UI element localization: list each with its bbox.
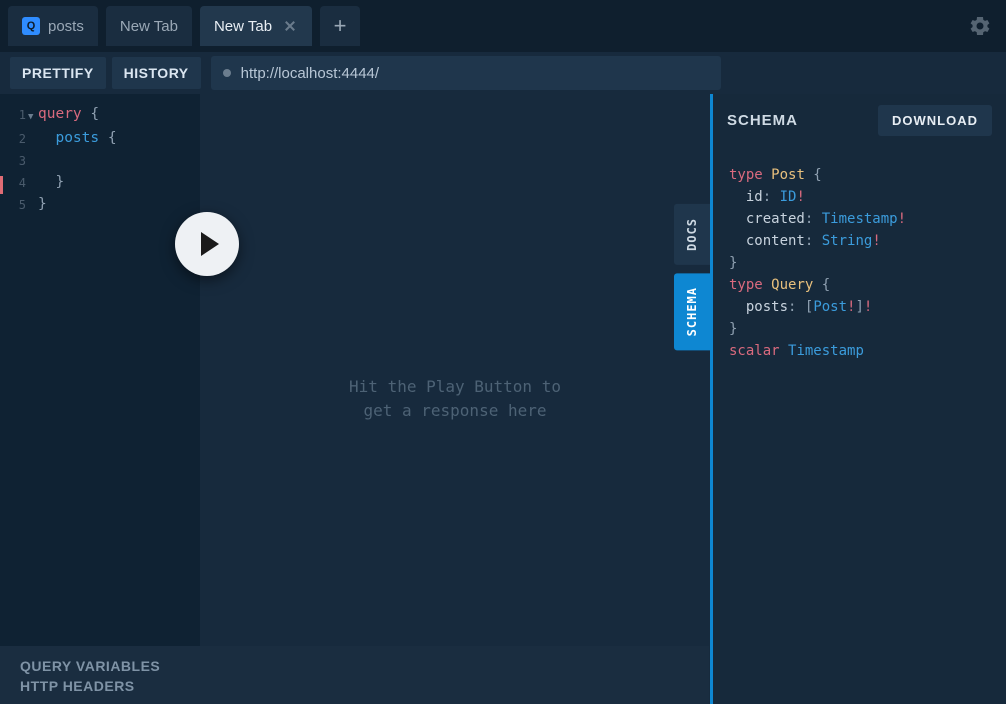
status-dot-icon (223, 69, 231, 77)
tab-newtab-2[interactable]: New Tab (200, 6, 312, 46)
main-area: 1▼query {2 posts {34 }5} Hit the Play Bu… (0, 94, 1006, 704)
error-gutter-marker (0, 176, 3, 194)
schema-header: SCHEMA DOWNLOAD (713, 94, 1006, 146)
schema-tab[interactable]: SCHEMA (674, 273, 710, 350)
docs-tab[interactable]: DOCS (674, 204, 710, 265)
query-editor[interactable]: 1▼query {2 posts {34 }5} (0, 94, 200, 704)
http-headers-tab[interactable]: HTTP HEADERS (20, 678, 689, 694)
bottom-drawer[interactable]: QUERY VARIABLES HTTP HEADERS (0, 646, 709, 704)
history-button[interactable]: HISTORY (112, 57, 201, 89)
prettify-button[interactable]: PRETTIFY (10, 57, 106, 89)
tab-label: posts (48, 18, 84, 35)
url-input[interactable]: http://localhost:4444/ (211, 56, 721, 90)
schema-panel: SCHEMA DOWNLOAD type Post { id: ID! crea… (710, 94, 1006, 704)
toolbar: PRETTIFY HISTORY http://localhost:4444/ (0, 52, 1006, 94)
new-tab-button[interactable]: + (320, 6, 360, 46)
query-variables-tab[interactable]: QUERY VARIABLES (20, 658, 689, 674)
side-tabs: DOCS SCHEMA (674, 204, 710, 350)
tab-label: New Tab (214, 18, 272, 35)
result-pane: Hit the Play Button to get a response he… (200, 94, 710, 704)
tab-newtab-1[interactable]: New Tab (106, 6, 192, 46)
titlebar: Q posts New Tab New Tab + (0, 0, 1006, 52)
tab-posts[interactable]: Q posts (8, 6, 98, 46)
schema-title: SCHEMA (727, 112, 798, 129)
play-button[interactable] (175, 212, 239, 276)
tab-label: New Tab (120, 18, 178, 35)
schema-sdl: type Post { id: ID! created: Timestamp! … (713, 146, 1006, 380)
close-icon[interactable] (282, 18, 298, 34)
query-icon: Q (22, 17, 40, 35)
settings-icon[interactable] (968, 14, 992, 38)
play-icon (201, 232, 219, 256)
result-placeholder: Hit the Play Button to get a response he… (349, 375, 561, 423)
download-button[interactable]: DOWNLOAD (878, 105, 992, 136)
url-text: http://localhost:4444/ (241, 65, 379, 82)
